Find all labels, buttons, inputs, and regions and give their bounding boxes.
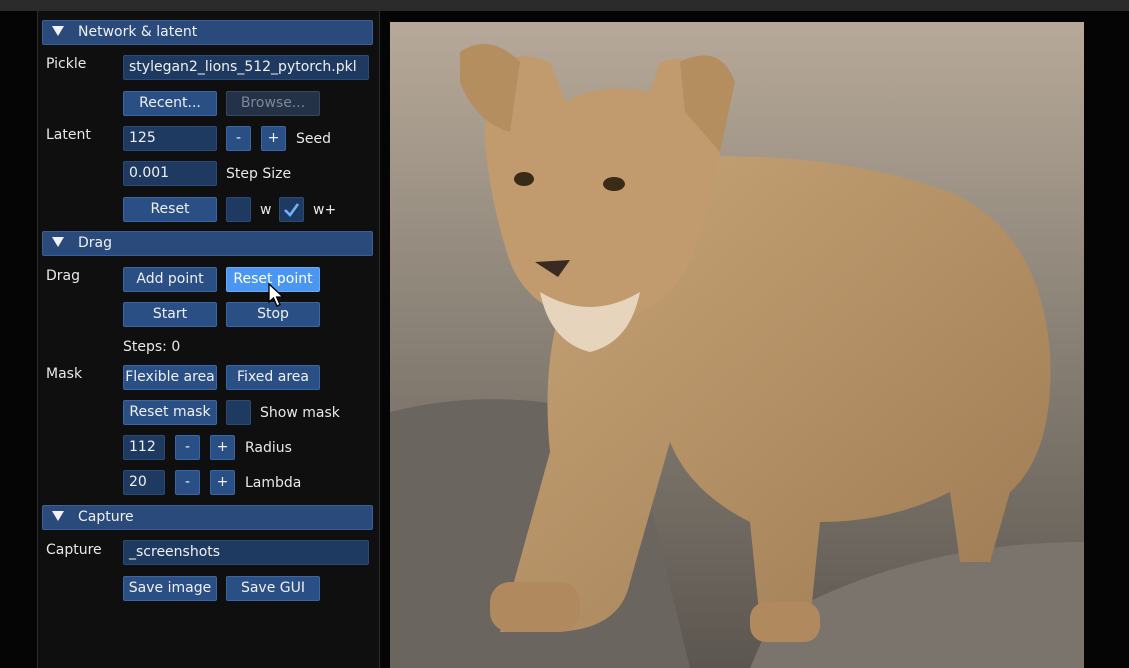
seed-label: Seed: [296, 131, 331, 147]
collapse-triangle-icon: [52, 26, 64, 36]
lambda-label: Lambda: [245, 475, 302, 491]
radius-minus-button[interactable]: -: [175, 435, 200, 460]
lambda-plus-button[interactable]: +: [210, 470, 235, 495]
show-mask-label: Show mask: [260, 405, 340, 421]
collapse-triangle-icon: [52, 237, 64, 247]
start-button[interactable]: Start: [123, 302, 217, 327]
latent-label: Latent: [46, 127, 91, 143]
steps-counter: Steps: 0: [123, 339, 181, 355]
checkmark-icon: [284, 203, 300, 217]
section-header-drag[interactable]: Drag: [42, 231, 373, 256]
step-size-input[interactable]: 0.001: [123, 161, 217, 186]
seed-plus-button[interactable]: +: [261, 126, 286, 151]
generated-lion-image[interactable]: [390, 22, 1084, 668]
lambda-input[interactable]: 20: [123, 470, 165, 495]
step-size-label: Step Size: [226, 166, 292, 182]
w-label: w: [260, 202, 272, 218]
seed-minus-button[interactable]: -: [226, 126, 251, 151]
w-plus-checkbox[interactable]: [279, 197, 304, 222]
reset-mask-button[interactable]: Reset mask: [123, 400, 217, 425]
w-plus-label: w+: [313, 202, 337, 218]
w-checkbox[interactable]: [226, 197, 251, 222]
save-gui-button[interactable]: Save GUI: [226, 576, 320, 601]
reset-latent-button[interactable]: Reset: [123, 197, 217, 222]
pickle-label: Pickle: [46, 56, 87, 72]
section-header-network[interactable]: Network & latent: [42, 20, 373, 45]
add-point-button[interactable]: Add point: [123, 267, 217, 292]
drag-label: Drag: [46, 268, 81, 284]
radius-input[interactable]: 112: [123, 435, 165, 460]
capture-label: Capture: [46, 542, 102, 558]
browse-button[interactable]: Browse...: [226, 91, 320, 116]
mouse-cursor-icon: [268, 283, 285, 307]
recent-button[interactable]: Recent...: [123, 91, 217, 116]
show-mask-checkbox[interactable]: [226, 400, 251, 425]
pickle-path-field[interactable]: stylegan2_lions_512_pytorch.pkl: [123, 55, 369, 80]
flexible-area-button[interactable]: Flexible area: [123, 365, 217, 390]
section-title: Network & latent: [78, 24, 198, 40]
section-title: Drag: [78, 235, 113, 251]
top-bar: [0, 0, 1129, 11]
save-image-button[interactable]: Save image: [123, 576, 217, 601]
section-title: Capture: [78, 509, 134, 525]
collapse-triangle-icon: [52, 511, 64, 521]
mask-label: Mask: [46, 366, 83, 382]
capture-path-field[interactable]: _screenshots: [123, 540, 369, 565]
seed-input[interactable]: 125: [123, 126, 217, 151]
section-header-capture[interactable]: Capture: [42, 505, 373, 530]
radius-plus-button[interactable]: +: [210, 435, 235, 460]
radius-label: Radius: [245, 440, 292, 456]
lambda-minus-button[interactable]: -: [175, 470, 200, 495]
fixed-area-button[interactable]: Fixed area: [226, 365, 320, 390]
